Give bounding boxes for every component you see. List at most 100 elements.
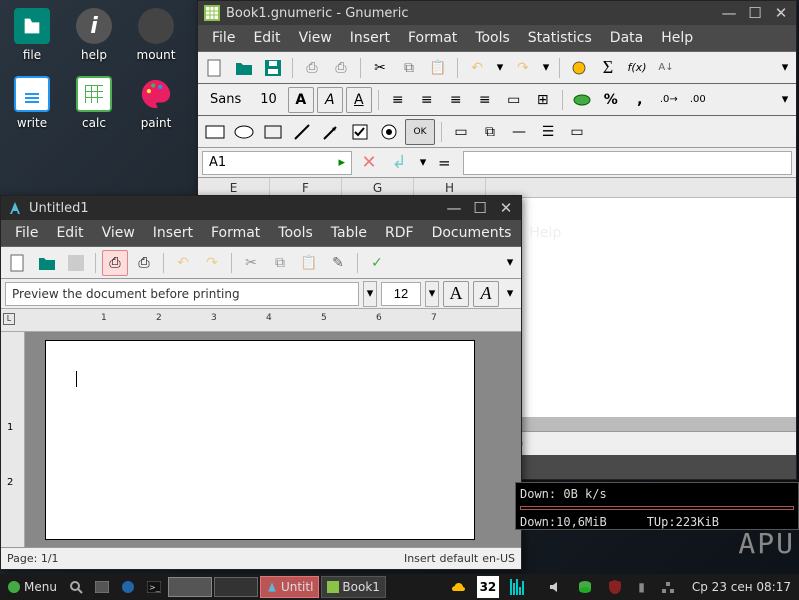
print-preview-icon[interactable]: ⎙ [328,55,354,81]
toolbar-overflow[interactable]: ▾ [503,250,517,276]
cancel-edit-icon[interactable]: ✕ [356,150,382,176]
merge-cells-icon[interactable]: ▭ [501,87,527,113]
vertical-ruler[interactable]: 1 2 [1,332,25,547]
font-size-dropdown[interactable]: ▾ [425,281,439,307]
print-preview-icon[interactable]: ⎙ [102,250,128,276]
desktop-icon-help[interactable]: i help [70,8,118,62]
format-painter-icon[interactable]: ✎ [325,250,351,276]
minimize-button[interactable]: — [720,4,738,22]
tab-type-icon[interactable]: L [3,313,15,325]
sum-icon[interactable]: Σ [595,55,621,81]
menu-file[interactable]: File [204,27,243,49]
taskbar-item-abiword[interactable]: Untitl [260,576,319,598]
web-browser-launcher[interactable] [116,576,140,598]
close-button[interactable]: ✕ [772,4,790,22]
align-right-icon[interactable]: ≡ [443,87,469,113]
close-button[interactable]: ✕ [497,199,515,217]
formula-dropdown[interactable]: ▾ [416,150,430,176]
spinbutton-control-icon[interactable]: ⧉ [477,119,503,145]
menu-table[interactable]: Table [323,222,375,244]
line-shape-icon[interactable] [289,119,315,145]
hyperlink-icon[interactable] [566,55,592,81]
horizontal-ruler[interactable]: L 1 2 3 4 5 6 7 [1,308,521,332]
search-button[interactable] [64,576,88,598]
decrease-decimal-icon[interactable]: .00 [685,87,711,113]
tray-weather-icon[interactable] [445,576,471,598]
slider-control-icon[interactable]: — [506,119,532,145]
toolbar-overflow[interactable]: ▾ [778,55,792,81]
currency-icon[interactable] [569,87,595,113]
menu-file[interactable]: File [7,222,46,244]
menu-rdf[interactable]: RDF [377,222,422,244]
font-family-select[interactable]: Preview the document before printing [5,282,359,306]
menu-button[interactable]: Menu [2,576,62,598]
align-center-icon[interactable]: ≡ [414,87,440,113]
new-file-icon[interactable] [5,250,31,276]
italic-icon[interactable]: A [317,87,343,113]
tray-battery-icon[interactable]: ▮ [633,576,650,598]
paste-icon[interactable]: 📋 [296,250,322,276]
menu-help[interactable]: Help [521,222,569,244]
list-control-icon[interactable]: ☰ [535,119,561,145]
toolbar-overflow-2[interactable]: ▾ [778,87,792,113]
status-insert-mode[interactable]: Insert [404,552,436,565]
menu-data[interactable]: Data [602,27,651,49]
increase-decimal-icon[interactable]: .0→ [656,87,682,113]
font-family-select[interactable]: Sans [202,92,249,107]
maximize-button[interactable]: ☐ [471,199,489,217]
save-icon[interactable] [63,250,89,276]
workspace-1[interactable] [168,577,212,597]
paste-icon[interactable]: 📋 [425,55,451,81]
print-icon[interactable]: ⎙ [131,250,157,276]
formula-input[interactable] [463,151,792,175]
desktop-icon-paint[interactable]: paint [132,76,180,130]
frame-shape-icon[interactable] [260,119,286,145]
terminal-launcher[interactable]: >_ [142,576,166,598]
menu-insert[interactable]: Insert [145,222,201,244]
abiword-titlebar[interactable]: Untitled1 — ☐ ✕ [1,196,521,220]
desktop-icon-write[interactable]: write [8,76,56,130]
button-control-icon[interactable]: OK [405,119,435,145]
split-cells-icon[interactable]: ⊞ [530,87,556,113]
status-style[interactable]: default [440,552,479,565]
goto-icon[interactable]: ▸ [338,155,345,170]
font-size-select[interactable]: 10 [252,92,285,107]
show-desktop-button[interactable] [90,576,114,598]
tray-cpu-monitor-icon[interactable] [505,576,537,598]
redo-dropdown[interactable]: ▾ [539,55,553,81]
combo-control-icon[interactable]: ▭ [564,119,590,145]
status-lang[interactable]: en-US [482,552,515,565]
scrollbar-control-icon[interactable]: ▭ [448,119,474,145]
font-family-dropdown[interactable]: ▾ [363,281,377,307]
menu-insert[interactable]: Insert [342,27,398,49]
cell-reference-input[interactable]: A1 ▸ [202,151,352,175]
menu-help[interactable]: Help [653,27,701,49]
open-file-icon[interactable] [34,250,60,276]
desktop-icon-mount[interactable]: mount [132,8,180,62]
percent-icon[interactable]: % [598,87,624,113]
copy-icon[interactable]: ⧉ [396,55,422,81]
gnumeric-titlebar[interactable]: Book1.gnumeric - Gnumeric — ☐ ✕ [198,1,796,25]
align-left-icon[interactable]: ≡ [385,87,411,113]
tray-disk-icon[interactable] [573,576,597,598]
ellipse-shape-icon[interactable] [231,119,257,145]
underline-icon[interactable]: A [346,87,372,113]
cut-icon[interactable]: ✂ [367,55,393,81]
menu-tools[interactable]: Tools [467,27,518,49]
arrow-shape-icon[interactable] [318,119,344,145]
menu-tools[interactable]: Tools [270,222,321,244]
spellcheck-icon[interactable]: ✓ [364,250,390,276]
menu-edit[interactable]: Edit [48,222,91,244]
desktop-icon-calc[interactable]: calc [70,76,118,130]
cut-icon[interactable]: ✂ [238,250,264,276]
thousands-icon[interactable]: , [627,87,653,113]
minimize-button[interactable]: — [445,199,463,217]
tray-calendar-icon[interactable]: 32 [477,576,500,598]
new-file-icon[interactable] [202,55,228,81]
desktop-icon-file[interactable]: file [8,8,56,62]
copy-icon[interactable]: ⧉ [267,250,293,276]
tray-network-icon[interactable] [656,576,680,598]
accept-edit-icon[interactable]: ↲ [386,150,412,176]
radio-control-icon[interactable] [376,119,402,145]
tray-firewall-icon[interactable] [603,576,627,598]
